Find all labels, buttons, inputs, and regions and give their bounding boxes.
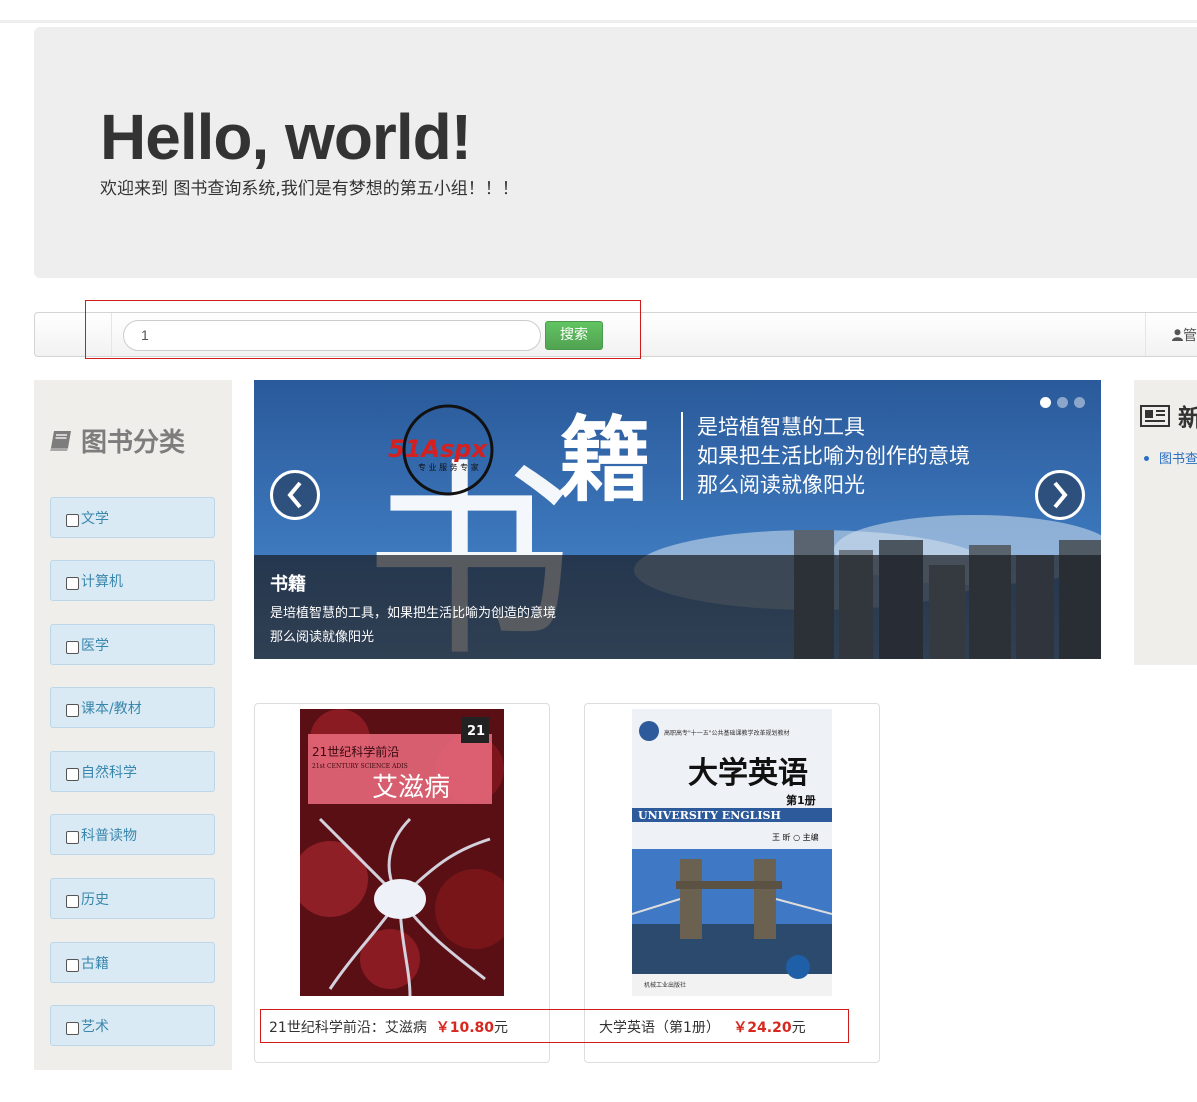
newspaper-icon [1140, 404, 1170, 427]
news-link-text: 图书查 [1159, 452, 1197, 467]
book-cover-image: 高职高专"十一五"公共基础课教学改革规划教材 大学英语 第1册 UNIVERSI… [632, 709, 832, 996]
checkbox[interactable] [66, 1021, 79, 1035]
bullet-icon [1144, 456, 1149, 461]
banner-line-2: 如果把生活比喻为创作的意境 [697, 444, 970, 468]
category-title-text: 图书分类 [81, 428, 186, 458]
book-icon [50, 430, 71, 451]
category-label: 历史 [81, 891, 109, 908]
checkbox[interactable] [66, 513, 79, 527]
book-cover-top: 21世纪科学前沿 [312, 744, 399, 759]
jumbotron: Hello, world! 欢迎来到 图书查询系统,我们是有梦想的第五小组！！！ [34, 27, 1197, 278]
checkbox[interactable] [66, 830, 79, 844]
checkbox[interactable] [66, 703, 79, 717]
book-cover-volume: 第1册 [786, 793, 816, 807]
category-label: 计算机 [81, 573, 123, 590]
page-heading: Hello, world! [100, 101, 472, 173]
search-highlight-box [85, 300, 641, 359]
checkbox[interactable] [66, 640, 79, 654]
navbar-divider-right [1145, 313, 1146, 356]
category-sidebar: 图书分类 文学 计算机 医学 课本/教材 自然科学 科普读物 历史 古籍 艺术 [34, 380, 232, 1070]
category-label: 课本/教材 [81, 700, 142, 717]
news-title-text: 新 [1178, 404, 1197, 432]
category-label: 文学 [81, 510, 109, 527]
category-popular-science[interactable]: 科普读物 [50, 814, 215, 855]
checkbox[interactable] [66, 767, 79, 781]
image-carousel: 书 籍 是培植智慧的工具 如果把生活比喻为创作的意境 那么阅读就像阳光 51As… [254, 380, 1101, 659]
carousel-next[interactable] [1035, 470, 1085, 520]
book-cover-author: 王 昕 ○ 主编 [772, 832, 819, 842]
book-cover-image: 21 21世纪科学前沿 21st CENTURY SCIENCE ADIS 艾滋… [300, 709, 504, 996]
carousel-caption: 书籍 是培植智慧的工具，如果把生活比喻为创造的意境 那么阅读就像阳光 [270, 570, 556, 645]
category-computer[interactable]: 计算机 [50, 560, 215, 601]
category-textbook[interactable]: 课本/教材 [50, 687, 215, 728]
top-divider [0, 20, 1197, 23]
carousel-caption-line2: 那么阅读就像阳光 [270, 630, 375, 645]
category-label: 科普读物 [81, 827, 137, 844]
carousel-indicator[interactable] [1057, 397, 1068, 408]
admin-link[interactable]: 管 [1172, 325, 1197, 345]
book-cover-en: UNIVERSITY ENGLISH [638, 809, 781, 822]
news-link[interactable]: 图书查 [1144, 448, 1197, 467]
banner-logo-sub: 专 业 服 务 专 家 [418, 462, 479, 472]
category-art[interactable]: 艺术 [50, 1005, 215, 1046]
book-cover-badge: 21 [467, 724, 485, 739]
category-title: 图书分类 [49, 422, 185, 459]
user-icon [1172, 329, 1183, 341]
banner-big-char-2: 籍 [559, 406, 651, 514]
checkbox[interactable] [66, 576, 79, 590]
checkbox[interactable] [66, 958, 79, 972]
book-info-highlight-box [260, 1009, 849, 1043]
carousel-prev[interactable] [270, 470, 320, 520]
chevron-left-icon [287, 481, 302, 509]
book-cover[interactable]: 高职高专"十一五"公共基础课教学改革规划教材 大学英语 第1册 UNIVERSI… [632, 709, 832, 996]
checkbox[interactable] [66, 894, 79, 908]
category-label: 医学 [81, 637, 109, 654]
category-medicine[interactable]: 医学 [50, 624, 215, 665]
banner-line-1: 是培植智慧的工具 [697, 415, 865, 439]
admin-label: 管 [1183, 328, 1197, 344]
book-cover-title: 大学英语 [688, 756, 808, 791]
banner-logo: 51Aspx [388, 435, 488, 463]
category-label: 艺术 [81, 1018, 109, 1035]
category-ancient[interactable]: 古籍 [50, 942, 215, 983]
news-panel: 新 图书查 [1134, 380, 1197, 665]
book-cover-publisher: 机械工业出版社 [644, 981, 686, 989]
banner-line-3: 那么阅读就像阳光 [697, 473, 865, 497]
carousel-caption-title: 书籍 [270, 574, 306, 595]
carousel-caption-line1: 是培植智慧的工具，如果把生活比喻为创造的意境 [270, 606, 557, 621]
carousel-indicators [1040, 397, 1085, 408]
category-label: 自然科学 [81, 764, 137, 781]
chevron-right-icon [1053, 481, 1068, 509]
book-cover-title: 艾滋病 [372, 773, 450, 803]
carousel-indicator[interactable] [1074, 397, 1085, 408]
category-history[interactable]: 历史 [50, 878, 215, 919]
welcome-text: 欢迎来到 图书查询系统,我们是有梦想的第五小组！！！ [100, 179, 519, 199]
category-literature[interactable]: 文学 [50, 497, 215, 538]
category-natural-science[interactable]: 自然科学 [50, 751, 215, 792]
book-cover[interactable]: 21 21世纪科学前沿 21st CENTURY SCIENCE ADIS 艾滋… [300, 709, 504, 996]
book-cover-sub: 21st CENTURY SCIENCE ADIS [312, 763, 408, 770]
carousel-indicator-active[interactable] [1040, 397, 1051, 408]
book-cover-top: 高职高专"十一五"公共基础课教学改革规划教材 [664, 729, 790, 737]
category-label: 古籍 [81, 955, 109, 972]
news-title: 新 [1140, 398, 1197, 433]
